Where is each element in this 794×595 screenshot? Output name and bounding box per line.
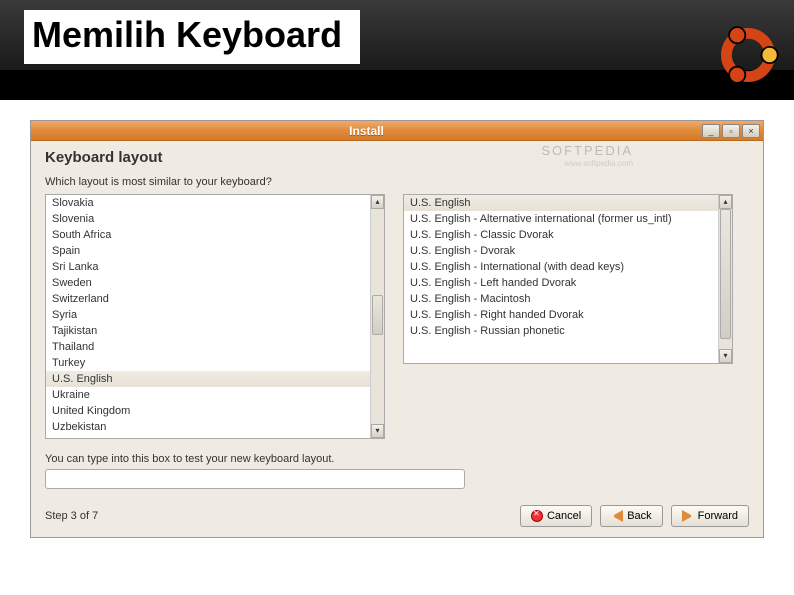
list-item[interactable]: Thailand (46, 339, 384, 355)
list-item[interactable]: Vietnam (46, 435, 384, 438)
list-item[interactable]: Uzbekistan (46, 419, 384, 435)
cancel-label: Cancel (547, 510, 581, 522)
list-item[interactable]: Slovenia (46, 211, 384, 227)
watermark-sub: www.softpedia.com (564, 159, 633, 168)
list-item[interactable]: Slovakia (46, 195, 384, 211)
list-item[interactable]: Spain (46, 243, 384, 259)
window-controls: _ ▫ × (702, 124, 760, 138)
list-item[interactable]: U.S. English - Right handed Dvorak (404, 307, 732, 323)
slide-header: Memilih Keyboard (0, 0, 794, 100)
close-button[interactable]: × (742, 124, 760, 138)
list-item[interactable]: Syria (46, 307, 384, 323)
variant-scrollbar[interactable]: ▴ ▾ (718, 195, 732, 363)
installer-window: Install _ ▫ × SOFTPEDIA www.softpedia.co… (30, 120, 764, 538)
watermark: SOFTPEDIA (541, 143, 633, 158)
list-item[interactable]: Turkey (46, 355, 384, 371)
slide-body: Install _ ▫ × SOFTPEDIA www.softpedia.co… (0, 100, 794, 558)
list-item[interactable]: U.S. English - Dvorak (404, 243, 732, 259)
forward-arrow-icon (682, 510, 694, 522)
country-listbox[interactable]: SlovakiaSloveniaSouth AfricaSpainSri Lan… (45, 194, 385, 439)
test-hint: You can type into this box to test your … (45, 453, 749, 465)
list-item[interactable]: U.S. English - Alternative international… (404, 211, 732, 227)
back-button[interactable]: Back (600, 505, 662, 527)
list-item[interactable]: U.S. English (46, 371, 384, 387)
scroll-thumb[interactable] (372, 295, 383, 335)
list-item[interactable]: Ukraine (46, 387, 384, 403)
cancel-icon (531, 510, 543, 522)
list-item[interactable]: U.S. English - Left handed Dvorak (404, 275, 732, 291)
slide-title: Memilih Keyboard (24, 10, 360, 64)
list-item[interactable]: Tajikistan (46, 323, 384, 339)
scroll-up-button[interactable]: ▴ (719, 195, 732, 209)
layout-lists: SlovakiaSloveniaSouth AfricaSpainSri Lan… (45, 194, 749, 439)
list-item[interactable]: Sweden (46, 275, 384, 291)
scroll-thumb[interactable] (720, 209, 731, 339)
footer: Step 3 of 7 Cancel Back Forward (45, 505, 749, 527)
scroll-down-button[interactable]: ▾ (719, 349, 732, 363)
scroll-up-button[interactable]: ▴ (371, 195, 384, 209)
step-indicator: Step 3 of 7 (45, 510, 512, 522)
window-title: Install (31, 124, 702, 138)
scroll-down-button[interactable]: ▾ (371, 424, 384, 438)
country-scrollbar[interactable]: ▴ ▾ (370, 195, 384, 438)
ubuntu-logo-icon (694, 10, 784, 90)
list-item[interactable]: U.S. English (404, 195, 732, 211)
list-item[interactable]: U.S. English - Classic Dvorak (404, 227, 732, 243)
forward-button[interactable]: Forward (671, 505, 749, 527)
list-item[interactable]: Sri Lanka (46, 259, 384, 275)
minimize-button[interactable]: _ (702, 124, 720, 138)
window-content: SOFTPEDIA www.softpedia.com Keyboard lay… (31, 141, 763, 537)
back-label: Back (627, 510, 651, 522)
maximize-button[interactable]: ▫ (722, 124, 740, 138)
list-item[interactable]: United Kingdom (46, 403, 384, 419)
section-title: Keyboard layout (45, 149, 749, 166)
forward-label: Forward (698, 510, 738, 522)
keyboard-test-input[interactable] (45, 469, 465, 489)
list-item[interactable]: U.S. English - International (with dead … (404, 259, 732, 275)
list-item[interactable]: Switzerland (46, 291, 384, 307)
list-item[interactable]: South Africa (46, 227, 384, 243)
list-item[interactable]: U.S. English - Macintosh (404, 291, 732, 307)
variant-listbox[interactable]: U.S. EnglishU.S. English - Alternative i… (403, 194, 733, 364)
window-titlebar[interactable]: Install _ ▫ × (31, 121, 763, 141)
cancel-button[interactable]: Cancel (520, 505, 592, 527)
back-arrow-icon (611, 510, 623, 522)
list-item[interactable]: U.S. English - Russian phonetic (404, 323, 732, 339)
layout-question: Which layout is most similar to your key… (45, 176, 749, 188)
